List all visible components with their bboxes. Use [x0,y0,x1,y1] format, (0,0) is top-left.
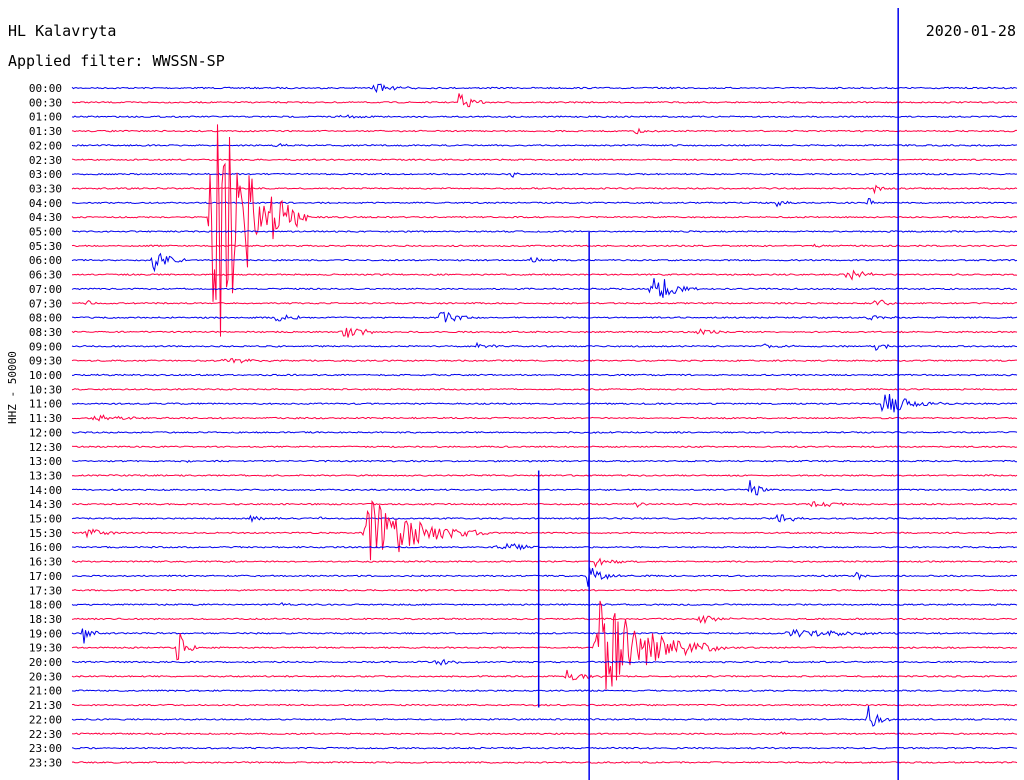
trace-line [71,628,1018,644]
trace-line [71,124,1018,337]
trace-line [71,703,1018,707]
trace-line [71,501,1017,509]
trace-line [71,689,1017,693]
trace-line [71,143,1018,148]
trace-line [71,731,1018,736]
trace-line [71,459,1018,463]
trace-line [71,327,1018,338]
row-time-label: 23:00 [29,742,62,755]
trace-line [71,614,1018,625]
row-time-label: 01:00 [29,111,62,124]
row-time-label: 20:00 [29,656,62,669]
row-time-label: 02:30 [29,154,62,167]
row-time-label: 22:30 [29,728,62,741]
row-time-label: 00:30 [29,96,62,109]
row-time-label: 19:30 [29,642,62,655]
trace-line [71,761,1018,764]
row-time-label: 13:30 [29,469,62,482]
trace-line [71,197,1018,208]
row-time-label: 09:00 [29,340,62,353]
trace-line [71,299,1018,306]
row-time-label: 15:00 [29,513,62,526]
row-time-label: 22:00 [29,713,62,726]
row-time-label: 07:00 [29,283,62,296]
trace-line [71,431,1018,434]
row-time-label: 02:00 [29,139,62,152]
row-time-label: 05:30 [29,240,62,253]
helicorder-plot: 00:0000:30 01:0001:3002:00 02:3003:0003:30… [29,8,1018,780]
row-time-label: 05:00 [29,226,62,239]
row-time-label: 11:30 [29,412,62,425]
row-time-label: 21:00 [29,685,62,698]
trace-line [71,601,1018,606]
row-time-label: 03:30 [29,182,62,195]
row-time-label: 17:30 [29,584,62,597]
trace-line [71,480,1018,496]
trace-line [71,445,1018,449]
trace-line [71,394,1018,413]
row-time-label: 04:00 [29,197,62,210]
trace-line [71,567,1018,587]
row-time-label: 06:00 [29,254,62,267]
trace-line [71,542,1017,551]
trace-line [71,513,1018,523]
trace-line [71,114,1018,119]
row-time-label: 10:30 [29,383,62,396]
trace-line [72,373,1018,377]
trace-line [71,93,1018,108]
trace-line [71,746,1018,750]
trace-line [71,243,1018,248]
row-time-label: 16:00 [29,541,62,554]
trace-line [71,83,1018,94]
row-time-label: 09:30 [29,355,62,368]
row-time-label: 14:30 [29,498,62,511]
trace-line [71,252,1018,273]
row-time-label: 21:30 [29,699,62,712]
trace-line [71,557,1018,568]
row-time-label: 19:00 [29,627,62,640]
trace-line [71,474,1018,477]
row-time-label: 18:30 [29,613,62,626]
trace-line [71,669,1018,681]
row-time-label: 10:00 [29,369,62,382]
row-time-label: 15:30 [29,527,62,540]
trace-line [71,658,1018,666]
row-time-label: 14:00 [29,484,62,497]
row-time-label: 03:00 [29,168,62,181]
row-time-label: 20:30 [29,670,62,683]
row-time-label: 12:30 [29,441,62,454]
trace-line [71,341,1018,352]
trace-line [71,184,1018,195]
trace-line [72,172,1018,178]
trace-line [71,311,1018,323]
row-time-label: 17:00 [29,570,62,583]
trace-line [71,230,1018,233]
row-time-label: 06:30 [29,269,62,282]
row-time-label: 00:00 [29,82,62,95]
row-time-label: 01:30 [29,125,62,138]
trace-line [71,705,1018,727]
row-time-label: 12:00 [29,426,62,439]
trace-line [71,158,1018,162]
row-time-label: 11:00 [29,398,62,411]
trace-line [72,500,1018,561]
trace-line [71,358,1017,364]
trace-line [71,127,1017,135]
trace-line [72,588,1018,592]
row-time-label: 23:30 [29,756,62,769]
row-time-label: 08:00 [29,312,62,325]
row-time-label: 13:00 [29,455,62,468]
row-time-label: 16:30 [29,556,62,569]
row-time-label: 18:00 [29,599,62,612]
row-time-label: 07:30 [29,297,62,310]
trace-line [71,388,1018,391]
row-time-label: 08:30 [29,326,62,339]
row-time-label: 04:30 [29,211,62,224]
trace-line [71,414,1018,422]
